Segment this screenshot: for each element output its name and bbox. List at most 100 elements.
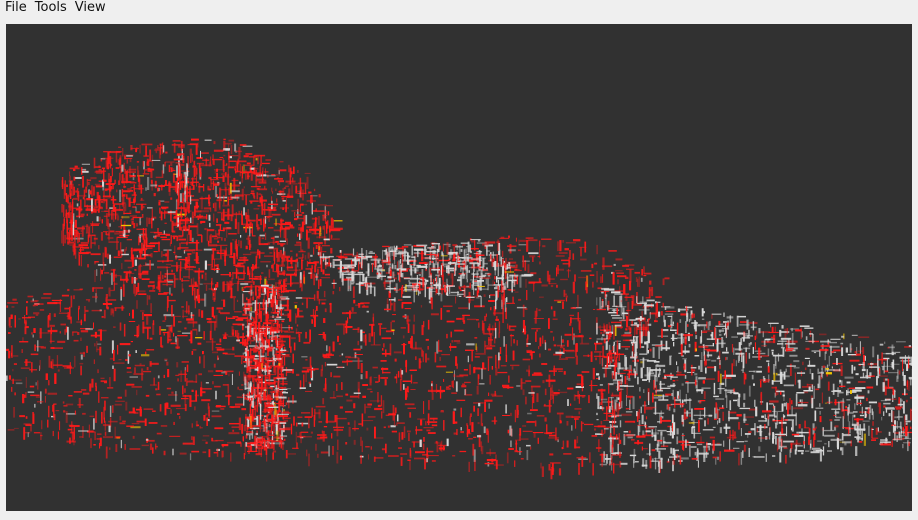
point-cloud-point <box>422 350 424 363</box>
point-cloud-point <box>410 389 416 390</box>
point-cloud-point <box>100 268 102 281</box>
point-cloud-point <box>197 142 199 148</box>
point-cloud-point <box>300 279 302 287</box>
point-cloud-point <box>225 142 232 145</box>
point-cloud-point <box>642 324 645 336</box>
point-cloud-point <box>8 317 11 326</box>
point-cloud-point <box>530 409 538 411</box>
point-cloud-point <box>126 383 135 386</box>
point-cloud-point <box>108 230 110 241</box>
point-cloud-point <box>212 203 215 209</box>
point-cloud-point <box>238 281 250 283</box>
point-cloud-point <box>195 201 198 209</box>
point-cloud-point <box>536 329 538 332</box>
point-cloud-point <box>381 411 383 419</box>
point-cloud-point <box>599 454 607 456</box>
point-cloud-point <box>423 427 434 429</box>
point-cloud-point <box>276 249 278 258</box>
point-cloud-point <box>526 240 529 252</box>
point-cloud-point <box>164 222 167 224</box>
point-cloud-point <box>339 406 343 409</box>
point-cloud-point <box>231 196 240 199</box>
point-cloud-point <box>232 272 243 275</box>
point-cloud-point <box>241 423 244 434</box>
point-cloud-point <box>66 440 76 443</box>
point-cloud-point <box>121 164 124 172</box>
point-cloud-point <box>382 371 391 374</box>
point-cloud-point <box>201 399 211 402</box>
point-cloud-point <box>284 356 286 366</box>
point-cloud-point <box>101 219 103 224</box>
point-cloud-point <box>566 440 569 448</box>
point-cloud-point <box>143 239 146 250</box>
point-cloud-point <box>393 302 396 312</box>
menu-file[interactable]: File <box>0 0 27 16</box>
point-cloud-point <box>227 441 235 444</box>
point-cloud-point <box>420 305 423 308</box>
point-cloud-point <box>415 356 417 360</box>
point-cloud-point <box>103 406 105 420</box>
point-cloud-point <box>519 428 522 436</box>
point-cloud-point <box>258 236 261 246</box>
point-cloud-point <box>74 355 76 368</box>
menu-tools[interactable]: Tools <box>30 0 67 16</box>
point-cloud-point <box>253 208 260 210</box>
point-cloud-point <box>315 443 317 451</box>
point-cloud-point <box>86 345 88 353</box>
point-cloud-point <box>25 326 29 329</box>
point-cloud-point <box>539 337 542 347</box>
point-cloud-point <box>357 327 360 333</box>
point-cloud-point <box>170 162 173 166</box>
point-cloud-point <box>365 334 367 340</box>
point-cloud-canvas[interactable] <box>6 24 912 511</box>
point-cloud-point <box>333 220 343 222</box>
point-cloud-point <box>555 351 565 354</box>
point-cloud-point <box>94 183 101 186</box>
point-cloud-point <box>34 300 39 302</box>
point-cloud-point <box>216 307 224 310</box>
point-cloud-point <box>546 424 548 434</box>
point-cloud-point <box>723 312 725 317</box>
point-cloud-point <box>548 274 551 283</box>
menu-view[interactable]: View <box>70 0 106 16</box>
point-cloud-point <box>207 370 214 373</box>
point-cloud-point <box>619 319 626 322</box>
point-cloud-viewport[interactable] <box>6 24 912 511</box>
point-cloud-point <box>747 434 749 438</box>
point-cloud-point <box>431 383 433 387</box>
point-cloud-point <box>195 144 198 155</box>
point-cloud-point <box>148 243 156 245</box>
point-cloud-point <box>59 331 61 334</box>
point-cloud-point <box>185 268 194 271</box>
point-cloud-point <box>69 306 71 320</box>
point-cloud-point <box>345 320 348 334</box>
point-cloud-point <box>71 421 73 434</box>
point-cloud-point <box>132 435 135 439</box>
point-cloud-point <box>36 401 44 403</box>
point-cloud-point <box>594 425 599 428</box>
point-cloud-point <box>108 420 118 423</box>
point-cloud-point <box>256 187 260 190</box>
point-cloud-point <box>170 404 181 407</box>
point-cloud-point <box>438 339 440 352</box>
point-cloud-point <box>79 252 89 255</box>
point-cloud-point <box>8 350 11 359</box>
point-cloud-point <box>589 452 591 463</box>
point-cloud-point <box>173 274 176 288</box>
point-cloud-point <box>74 165 78 168</box>
point-cloud-point <box>220 408 225 410</box>
point-cloud-point <box>87 182 90 186</box>
point-cloud-point <box>128 198 131 207</box>
point-cloud-point <box>110 230 115 233</box>
point-cloud-point <box>424 458 426 470</box>
point-cloud-point <box>171 391 174 394</box>
point-cloud-point <box>62 365 72 368</box>
point-cloud-point <box>313 247 315 255</box>
point-cloud-point <box>174 245 176 255</box>
point-cloud-point <box>158 202 161 206</box>
point-cloud-point <box>481 320 484 331</box>
point-cloud-point <box>509 334 514 337</box>
point-cloud-point <box>698 377 706 380</box>
point-cloud-point <box>133 277 136 284</box>
point-cloud-point <box>25 424 32 426</box>
